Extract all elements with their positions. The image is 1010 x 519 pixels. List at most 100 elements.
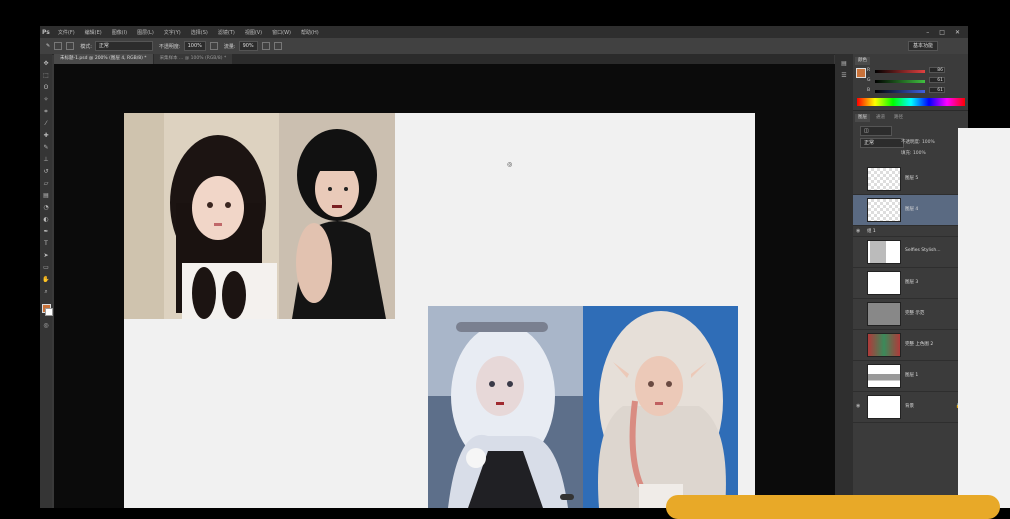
marquee-tool-icon[interactable]: ⬚: [42, 72, 50, 80]
properties-panel-icon[interactable]: ☰: [840, 72, 848, 80]
history-brush-icon[interactable]: ↺: [42, 168, 50, 176]
tab-document-1[interactable]: 未标题-1.psd @ 200% (图层 4, RGB/8) *: [54, 54, 153, 64]
canvas-area[interactable]: ◎: [54, 64, 850, 508]
eraser-tool-icon[interactable]: ▱: [42, 180, 50, 188]
airbrush-icon[interactable]: [261, 42, 270, 50]
dodge-tool-icon[interactable]: ◐: [42, 216, 50, 224]
workspace-select[interactable]: 基本功能: [907, 41, 938, 51]
slider-blue[interactable]: B 61: [867, 87, 947, 94]
menu-type[interactable]: 文字(Y): [164, 29, 181, 36]
minimize-button[interactable]: –: [926, 29, 929, 36]
reference-photo-2: [428, 306, 583, 508]
quick-mask-icon[interactable]: ◎: [42, 322, 50, 330]
menu-file[interactable]: 文件(F): [58, 29, 75, 36]
close-button[interactable]: ✕: [955, 29, 960, 36]
visibility-icon[interactable]: ◉: [856, 403, 860, 409]
slider-red-value[interactable]: 86: [929, 67, 945, 73]
visibility-icon[interactable]: ◉: [856, 228, 860, 234]
layer-name[interactable]: 完整 上色图 2: [905, 341, 933, 347]
layer-filter-select[interactable]: ◫: [860, 126, 892, 136]
panel-fg-swatch[interactable]: [856, 68, 866, 78]
options-bar: ✎ 模式: 正常 不透明度: 100% 流量: 90% 基本功能: [40, 38, 968, 55]
brush-preset-icon[interactable]: [54, 42, 63, 50]
slider-green-track[interactable]: [875, 80, 925, 83]
slider-blue-track[interactable]: [875, 90, 925, 93]
pen-tool-icon[interactable]: ✒: [42, 228, 50, 236]
layer-row[interactable]: 图层 5: [853, 164, 968, 195]
layer-row[interactable]: 图层 3: [853, 268, 968, 299]
layer-row[interactable]: ◉ 背景 🔒: [853, 392, 968, 423]
path-select-icon[interactable]: ➤: [42, 252, 50, 260]
layer-name[interactable]: 图层 1: [905, 372, 918, 378]
quick-select-tool-icon[interactable]: ✧: [42, 96, 50, 104]
layer-row-selected[interactable]: 图层 4: [853, 195, 968, 226]
slider-red-track[interactable]: [875, 70, 925, 73]
pressure-size-icon[interactable]: [273, 42, 282, 50]
healing-tool-icon[interactable]: ✚: [42, 132, 50, 140]
slider-blue-value[interactable]: 61: [929, 87, 945, 93]
layer-row[interactable]: 图层 1: [853, 361, 968, 392]
layer-group-row[interactable]: ◉ 组 1: [853, 226, 968, 237]
layer-name[interactable]: Selfies Stylish...: [905, 248, 941, 253]
slider-red-label: R: [867, 68, 871, 73]
brush-panel-icon[interactable]: [66, 42, 75, 50]
move-tool-icon[interactable]: ✥: [42, 60, 50, 68]
menu-image[interactable]: 图像(I): [112, 29, 127, 36]
toolbox: ✥ ⬚ ʘ ✧ ⌗ ⁄ ✚ ✎ ⊥ ↺ ▱ ▤ ◔ ◐ ✒ T ➤ ▭ ✋ ⌕ …: [40, 54, 53, 508]
layer-row[interactable]: 完整 上色图 2: [853, 330, 968, 361]
tab-color[interactable]: 颜色: [855, 57, 870, 65]
pressure-opacity-icon[interactable]: [209, 42, 218, 50]
tab-layers[interactable]: 图层: [855, 114, 870, 122]
menu-select[interactable]: 选择(S): [191, 29, 208, 36]
brush-tool-icon[interactable]: ✎: [46, 43, 50, 49]
slider-green-value[interactable]: 61: [929, 77, 945, 83]
slider-red[interactable]: R 86: [867, 67, 947, 74]
tab-channels[interactable]: 通道: [873, 114, 888, 122]
flow-input[interactable]: 90%: [238, 41, 258, 51]
menu-view[interactable]: 视图(V): [245, 29, 262, 36]
zoom-tool-icon[interactable]: ⌕: [42, 288, 50, 296]
menu-filter[interactable]: 滤镜(T): [218, 29, 235, 36]
tab-paths[interactable]: 路径: [891, 114, 906, 122]
menu-layer[interactable]: 图层(L): [137, 29, 154, 36]
layer-fill[interactable]: 填充: 100%: [901, 150, 926, 156]
layer-name[interactable]: 图层 3: [905, 279, 918, 285]
blend-mode-select[interactable]: 正常: [860, 138, 904, 148]
menu-help[interactable]: 帮助(H): [301, 29, 319, 36]
layer-row[interactable]: Selfies Stylish...: [853, 237, 968, 268]
brush-tool-icon[interactable]: ✎: [42, 144, 50, 152]
layer-thumbnail: [867, 240, 901, 264]
layer-name[interactable]: 背景: [905, 403, 914, 409]
reference-photo-3: [583, 306, 738, 508]
history-panel-icon[interactable]: ▤: [840, 60, 848, 68]
crop-tool-icon[interactable]: ⌗: [42, 108, 50, 116]
layer-name[interactable]: 完整 示范: [905, 310, 924, 316]
photoshop-window: Ps 文件(F) 编辑(E) 图像(I) 图层(L) 文字(Y) 选择(S) 滤…: [40, 26, 968, 508]
mode-select[interactable]: 正常: [94, 41, 153, 51]
maximize-button[interactable]: □: [939, 29, 945, 36]
document-canvas[interactable]: ◎: [124, 113, 755, 508]
layer-thumbnail: [867, 271, 901, 295]
layer-opacity[interactable]: 不透明度: 100%: [901, 139, 935, 145]
panel-divider: [853, 110, 968, 111]
color-ramp[interactable]: [857, 98, 965, 106]
opacity-input[interactable]: 100%: [183, 41, 206, 51]
eyedropper-tool-icon[interactable]: ⁄: [42, 120, 50, 128]
group-name[interactable]: 组 1: [867, 228, 876, 234]
slider-blue-label: B: [867, 88, 871, 93]
layer-name[interactable]: 图层 5: [905, 175, 918, 181]
shape-tool-icon[interactable]: ▭: [42, 264, 50, 272]
type-tool-icon[interactable]: T: [42, 240, 50, 248]
tab-document-2[interactable]: 采集样本 ... @ 100% (RGB/8) *: [153, 54, 233, 64]
layer-row[interactable]: 完整 示范: [853, 299, 968, 330]
background-color-swatch[interactable]: [45, 308, 53, 316]
gradient-tool-icon[interactable]: ▤: [42, 192, 50, 200]
slider-green[interactable]: G 61: [867, 77, 947, 84]
stamp-tool-icon[interactable]: ⊥: [42, 156, 50, 164]
layer-name[interactable]: 图层 4: [905, 206, 918, 212]
hand-tool-icon[interactable]: ✋: [42, 276, 50, 284]
menu-window[interactable]: 窗口(W): [272, 29, 291, 36]
blur-tool-icon[interactable]: ◔: [42, 204, 50, 212]
menu-edit[interactable]: 编辑(E): [85, 29, 102, 36]
lasso-tool-icon[interactable]: ʘ: [42, 84, 50, 92]
